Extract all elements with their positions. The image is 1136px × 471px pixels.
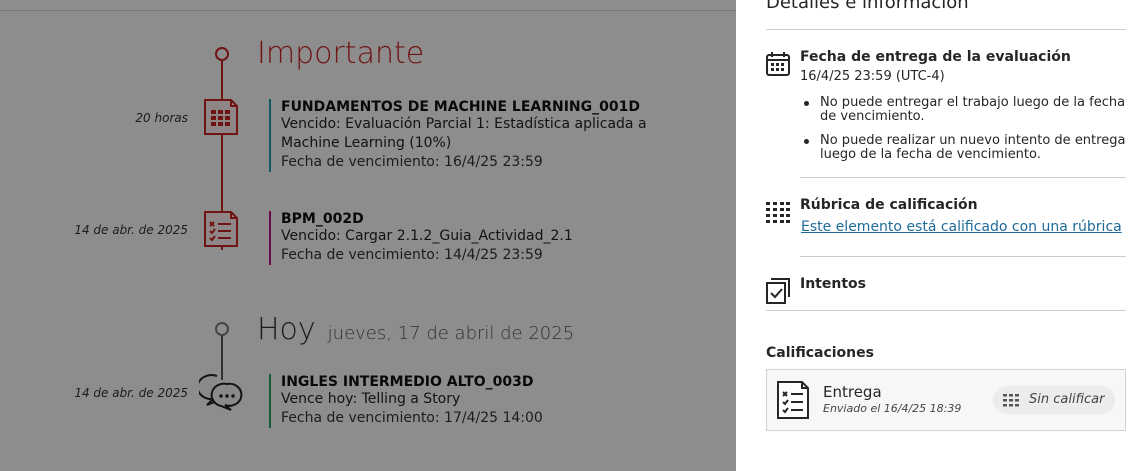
panel-title: Detalles e información [766,0,969,13]
due-rules-list: No puede entregar el trabajo luego de la… [804,96,1132,172]
list-item: No puede entregar el trabajo luego de la… [804,96,1132,124]
list-item: No puede realizar un nuevo intento de en… [804,134,1132,162]
details-panel: Detalles e información Fecha de entrega … [736,0,1136,471]
grades-heading: Calificaciones [766,345,874,361]
submission-date: Enviado el 16/4/25 18:39 [823,402,962,415]
due-date-value: 16/4/25 23:59 (UTC-4) [800,69,945,84]
divider [766,29,1126,30]
attempts-icon [765,277,791,309]
grade-status-badge[interactable]: Sin calificar [993,386,1115,414]
attempts-heading[interactable]: Intentos [800,276,866,292]
due-date-heading: Fecha de entrega de la evaluación [800,49,1071,65]
checklist-doc-icon [775,380,813,426]
grade-status-text: Sin calificar [1029,392,1105,407]
modal-backdrop[interactable] [0,0,736,471]
rubric-grid-icon [1003,393,1021,412]
calendar-icon [765,51,791,81]
rubric-heading: Rúbrica de calificación [800,197,978,213]
grade-card[interactable]: Entrega Enviado el 16/4/25 18:39 Sin cal… [766,369,1126,431]
divider [766,310,1126,311]
rubric-link[interactable]: Este elemento está calificado con una rú… [801,219,1122,235]
submission-name: Entrega [823,383,882,401]
divider [800,177,1126,178]
rubric-grid-icon [765,200,791,230]
divider [800,256,1126,257]
